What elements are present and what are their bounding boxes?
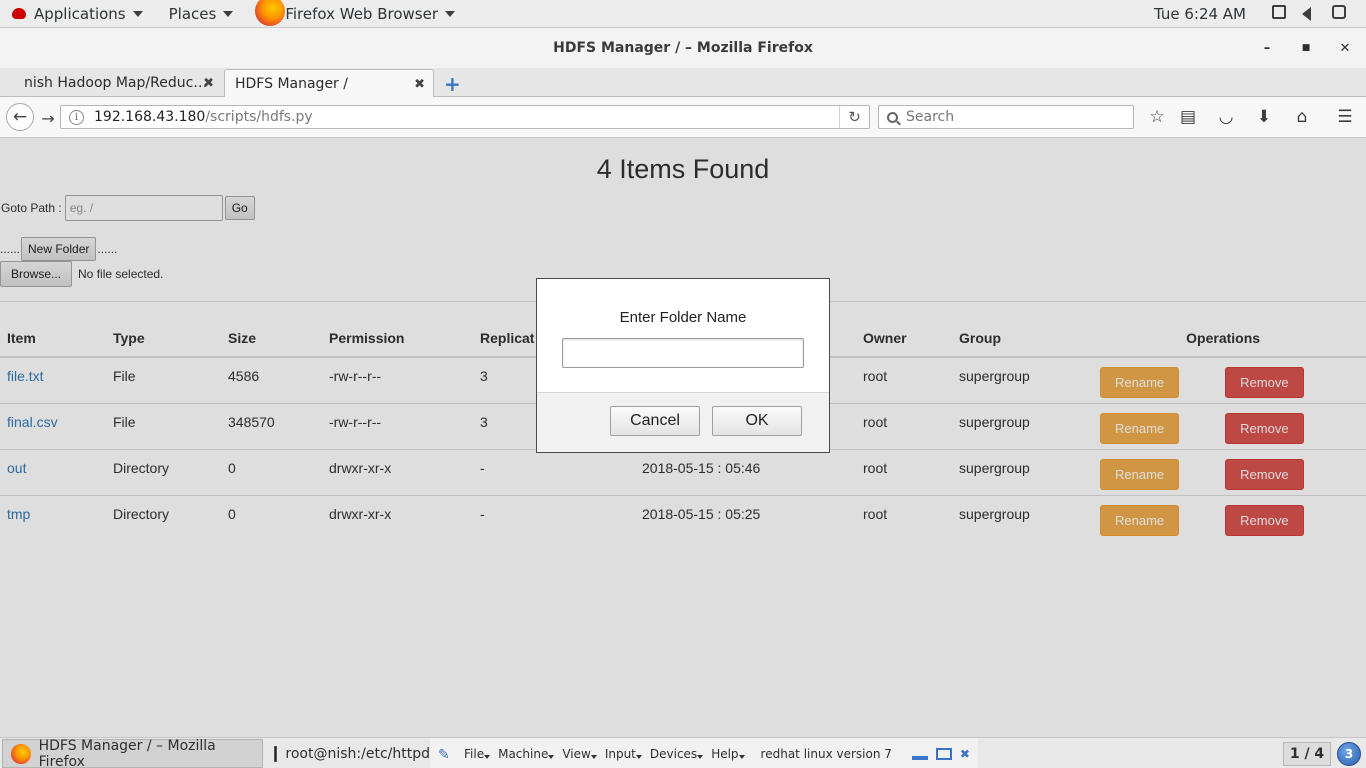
pin-icon[interactable]: ✎	[438, 747, 452, 763]
redhat-icon	[12, 8, 26, 19]
tab-label: HDFS Manager /	[235, 75, 348, 92]
dropdown-arrow-icon	[445, 10, 456, 17]
terminal-icon	[274, 745, 278, 762]
vbox-menu-help[interactable]: Help	[711, 747, 745, 761]
vbox-menu-input[interactable]: Input	[605, 747, 642, 761]
vbox-menu-view[interactable]: View	[562, 747, 598, 761]
search-icon	[887, 111, 898, 123]
close-window-button[interactable]: ✕	[1333, 36, 1357, 60]
app-menu[interactable]: Firefox Web Browser	[247, 0, 461, 28]
minimize-button[interactable]: –	[1255, 36, 1279, 60]
folder-name-dialog: Enter Folder Name Cancel OK	[536, 278, 830, 453]
forward-button[interactable]: →	[36, 106, 60, 130]
applications-menu[interactable]: Applications	[0, 0, 149, 28]
workspace-indicator[interactable]: 1 / 4	[1283, 742, 1331, 766]
url-host: 192.168.43.180	[94, 109, 206, 125]
tab-bar: nish Hadoop Map/Reduc… ✖ HDFS Manager / …	[0, 68, 1366, 97]
screen-icon[interactable]	[1272, 5, 1290, 23]
reading-list-icon[interactable]: ▤	[1177, 106, 1199, 128]
notification-badge[interactable]: 3	[1337, 742, 1361, 766]
folder-name-input[interactable]	[562, 338, 804, 368]
firefox-icon	[253, 0, 286, 28]
tab-hadoop[interactable]: nish Hadoop Map/Reduc… ✖	[14, 69, 222, 97]
bookmark-star-icon[interactable]: ☆	[1146, 106, 1168, 128]
window-titlebar: HDFS Manager / – Mozilla Firefox – ■ ✕	[0, 28, 1366, 68]
site-info-icon[interactable]: i	[69, 109, 84, 125]
places-menu[interactable]: Places	[163, 0, 240, 28]
clock[interactable]: Tue 6:24 AM	[1148, 0, 1252, 28]
virtualbox-menubar: ✎ File Machine View Input Devices Help r…	[430, 738, 978, 768]
places-label: Places	[168, 4, 217, 23]
back-button[interactable]: ←	[6, 103, 34, 131]
applications-label: Applications	[34, 4, 126, 23]
pocket-icon[interactable]: ◡	[1215, 106, 1237, 128]
hamburger-menu-icon[interactable]: ☰	[1334, 106, 1356, 128]
tab-close-icon[interactable]: ✖	[203, 76, 214, 91]
close-vm-icon[interactable]: ✖	[960, 747, 970, 761]
vbox-status-label: redhat linux version 7	[760, 746, 892, 761]
window-vm-icon[interactable]	[935, 747, 952, 760]
app-menu-label: Firefox Web Browser	[285, 4, 439, 23]
taskbar-firefox[interactable]: HDFS Manager / – Mozilla Firefox	[2, 737, 263, 768]
tab-hdfs-manager[interactable]: HDFS Manager / ✖	[224, 69, 434, 97]
taskbar-terminal-label: root@nish:/etc/httpd	[285, 745, 430, 762]
window-title: HDFS Manager / – Mozilla Firefox	[553, 40, 813, 56]
maximize-button[interactable]: ■	[1294, 36, 1318, 60]
gnome-top-bar: Applications Places Firefox Web Browser …	[0, 0, 1366, 28]
dropdown-arrow-icon	[223, 10, 234, 17]
firefox-icon	[11, 743, 31, 764]
cancel-button[interactable]: Cancel	[610, 406, 700, 436]
power-icon[interactable]	[1332, 5, 1350, 23]
search-input[interactable]: Search	[878, 105, 1134, 129]
taskbar-firefox-label: HDFS Manager / – Mozilla Firefox	[38, 737, 216, 768]
reload-button[interactable]: ↻	[839, 106, 869, 128]
downloads-icon[interactable]: ⬇	[1253, 106, 1275, 128]
tab-label: nish Hadoop Map/Reduc…	[24, 75, 208, 91]
home-icon[interactable]: ⌂	[1291, 106, 1313, 128]
volume-icon[interactable]	[1302, 5, 1320, 23]
navigation-toolbar: ← → i 192.168.43.180/scripts/hdfs.py ↻ S…	[0, 97, 1366, 138]
search-placeholder: Search	[906, 109, 955, 125]
ok-button[interactable]: OK	[712, 406, 802, 436]
taskbar-terminal[interactable]: root@nish:/etc/httpd	[268, 739, 430, 768]
vbox-menu-devices[interactable]: Devices	[650, 747, 704, 761]
tab-close-icon[interactable]: ✖	[414, 77, 425, 92]
minimize-vm-icon[interactable]	[911, 755, 928, 760]
dialog-title: Enter Folder Name	[619, 309, 747, 326]
url-path: /scripts/hdfs.py	[205, 109, 313, 125]
dropdown-arrow-icon	[132, 10, 143, 17]
url-bar[interactable]: i 192.168.43.180/scripts/hdfs.py ↻	[60, 105, 870, 129]
vbox-menu-file[interactable]: File	[464, 747, 491, 761]
taskbar: HDFS Manager / – Mozilla Firefox root@ni…	[0, 737, 1366, 768]
new-tab-button[interactable]: +	[444, 72, 461, 96]
vbox-menu-machine[interactable]: Machine	[498, 747, 555, 761]
